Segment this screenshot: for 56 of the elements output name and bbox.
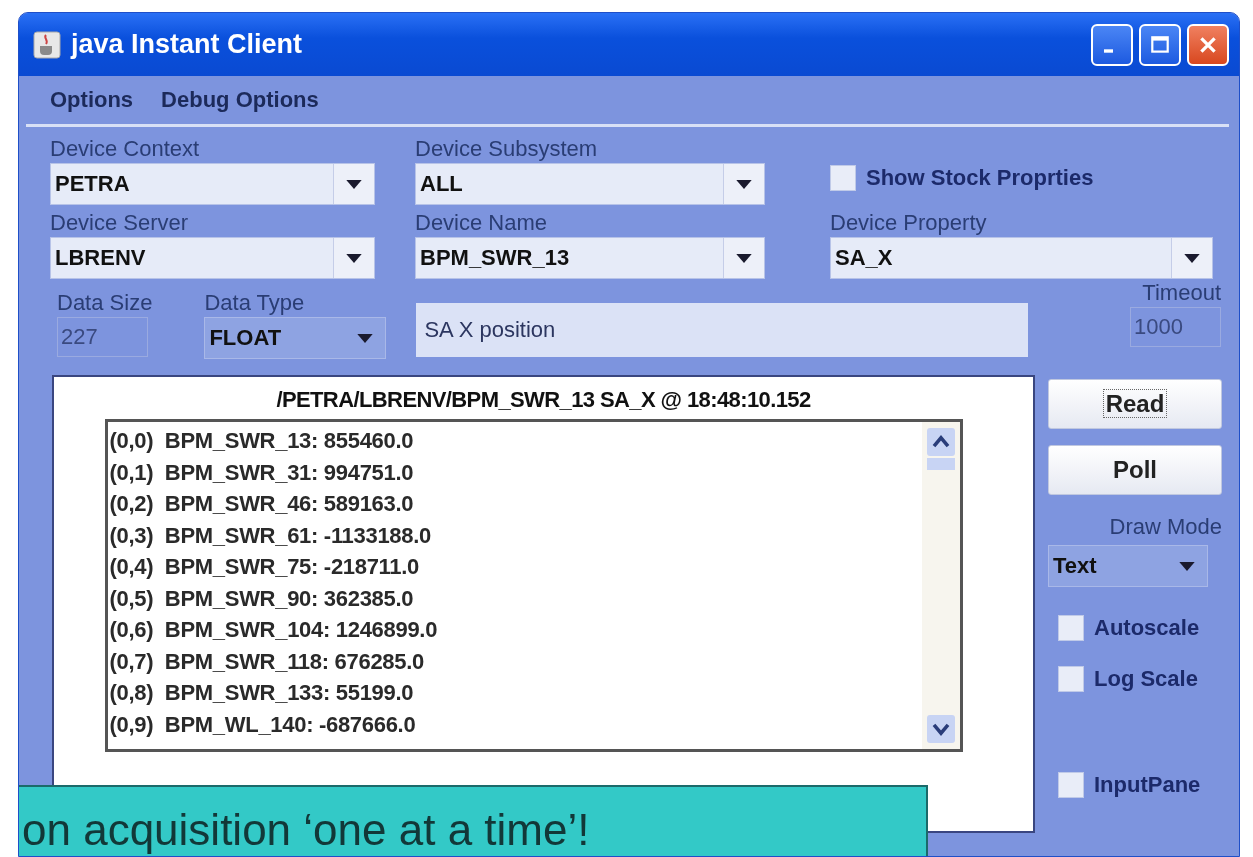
field-label: Data Type (204, 289, 306, 317)
field-label: Timeout (1142, 279, 1221, 307)
checkbox[interactable]: Autoscale (1058, 615, 1222, 641)
description-field[interactable]: SA X position (416, 303, 1029, 357)
list-row-text: (0,9) BPM_WL_140: -687666.0 (109, 710, 417, 739)
dropdown[interactable]: PETRA (50, 163, 375, 205)
dropdown[interactable]: Text (1048, 545, 1208, 587)
maximize-button[interactable] (1139, 23, 1181, 66)
list-row-text: (0,4) BPM_SWR_75: -218711.0 (109, 553, 421, 581)
checkbox[interactable]: InputPane (1058, 772, 1222, 798)
dropdown-arrow-icon (1183, 252, 1201, 264)
java-cup-icon (33, 30, 61, 59)
list-row-text: (0,7) BPM_SWR_118: 676285.0 (109, 647, 425, 676)
list-row-text: (0,5) BPM_SWR_90: 362385.0 (109, 584, 415, 613)
dropdown[interactable]: FLOAT (204, 317, 387, 359)
dropdown-arrow-icon (735, 252, 753, 264)
dropdown[interactable]: BPM_SWR_13 (415, 237, 765, 279)
dropdown-arrow-icon (345, 178, 363, 190)
scrollbar-thumb[interactable] (926, 458, 955, 470)
window-title: java Instant Client (71, 29, 303, 60)
checkbox[interactable]: Log Scale (1058, 666, 1222, 692)
field-label: Device Subsystem (415, 135, 599, 163)
action-button[interactable]: Poll (1048, 445, 1222, 495)
checkbox[interactable]: Show Stock Proprties (830, 165, 1094, 191)
dropdown-arrow-icon (1178, 560, 1196, 572)
minimize-icon (1103, 48, 1113, 53)
field-label: Device Server (50, 209, 190, 237)
dropdown-arrow-icon (735, 178, 753, 190)
list-row-text: (0,2) BPM_SWR_46: 589163.0 (109, 490, 415, 518)
close-button[interactable] (1187, 23, 1229, 66)
dropdown-arrow-icon (356, 332, 375, 344)
list-row-text: (0,3) BPM_SWR_61: -1133188.0 (109, 521, 432, 550)
output-header: /PETRA/LBRENV/BPM_SWR_13 SA_X @ 18:48:10.152 (276, 387, 811, 413)
callout-banner: on acquisition ‘one at a time’! (19, 785, 928, 856)
action-button[interactable]: Read (1048, 379, 1222, 429)
dropdown[interactable]: ALL (415, 163, 765, 205)
scroll-up-icon[interactable] (926, 428, 955, 456)
menu-item[interactable]: Options (50, 87, 134, 113)
list-row-text: (0,0) BPM_SWR_13: 855460.0 (109, 427, 415, 455)
list-row-text: (0,6) BPM_SWR_104: 1246899.0 (109, 616, 439, 644)
list-row-text: (0,8) BPM_SWR_133: 55199.0 (109, 679, 415, 707)
minimize-button[interactable] (1091, 23, 1133, 66)
field-label: Draw Mode (1108, 513, 1222, 541)
menu-item[interactable]: Debug Options (161, 87, 319, 113)
field-label: Device Context (50, 135, 201, 163)
scrollbar[interactable] (921, 422, 960, 749)
scroll-down-icon[interactable] (926, 715, 955, 743)
data-size-field: 227 (57, 317, 148, 357)
field-label: Device Name (415, 209, 549, 237)
dropdown-arrow-icon (345, 252, 363, 264)
list-row-text: (0,1) BPM_SWR_31: 994751.0 (109, 458, 415, 487)
field-label: Data Size (57, 289, 153, 317)
maximize-icon (1149, 33, 1171, 56)
field-label: Device Property (830, 209, 988, 237)
dropdown[interactable]: SA_X (830, 237, 1213, 279)
dropdown[interactable]: LBRENV (50, 237, 375, 279)
